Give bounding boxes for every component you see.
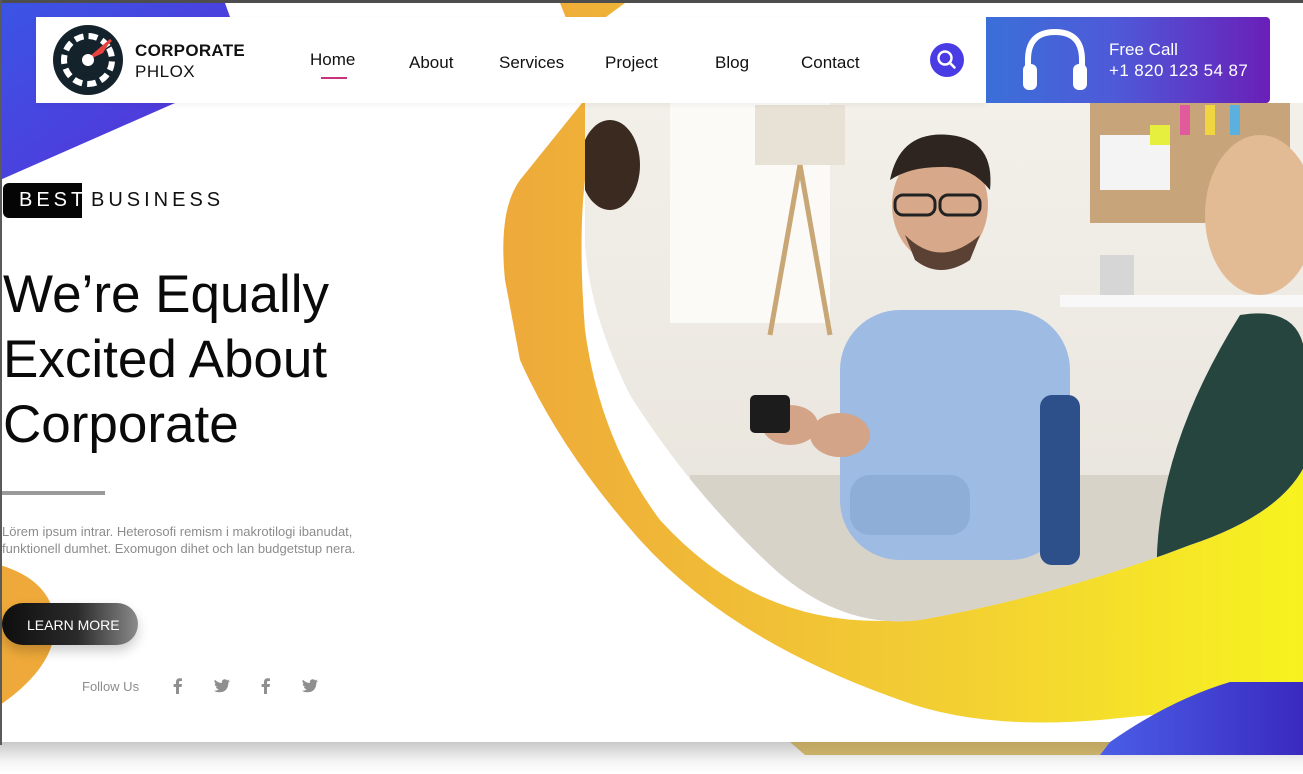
hero-divider bbox=[2, 491, 105, 495]
nav-item-project[interactable]: Project bbox=[605, 53, 658, 73]
site-header: CORPORATE PHLOX Home About Services Proj… bbox=[36, 17, 986, 103]
logo-icon[interactable] bbox=[53, 25, 123, 95]
search-button[interactable] bbox=[930, 43, 964, 77]
call-phone-number[interactable]: +1 820 123 54 87 bbox=[1109, 61, 1248, 81]
logo-line1: CORPORATE bbox=[135, 41, 246, 60]
nav-item-contact[interactable]: Contact bbox=[801, 53, 860, 73]
nav-item-home[interactable]: Home bbox=[310, 50, 355, 70]
search-icon bbox=[937, 50, 956, 69]
facebook-icon[interactable] bbox=[168, 676, 188, 696]
call-title: Free Call bbox=[1109, 40, 1178, 59]
hero-title: We’re Equally Excited About Corporate bbox=[3, 262, 423, 457]
window-top-border bbox=[0, 0, 1303, 3]
nav-active-indicator bbox=[321, 77, 347, 79]
landing-page: CORPORATE PHLOX Home About Services Proj… bbox=[0, 0, 1303, 774]
badge-rest-text: BUSINESS bbox=[91, 189, 225, 211]
headphones-icon bbox=[1023, 28, 1087, 90]
hero-photo bbox=[585, 103, 1303, 622]
nav-item-about[interactable]: About bbox=[409, 53, 453, 73]
hero-title-line: We’re Equally bbox=[3, 265, 329, 324]
facebook-icon[interactable] bbox=[256, 676, 276, 696]
follow-us-label: Follow Us bbox=[82, 679, 140, 694]
logo-text[interactable]: CORPORATE PHLOX bbox=[135, 40, 245, 82]
hero-title-line: Corporate bbox=[3, 395, 239, 454]
nav-item-blog[interactable]: Blog bbox=[715, 53, 749, 73]
window-left-border bbox=[0, 0, 2, 745]
logo-line2: PHLOX bbox=[135, 62, 196, 81]
badge-highlight-text: BEST bbox=[19, 189, 88, 211]
hero-description: Lörem ipsum intrar. Heterosofi remism i … bbox=[2, 524, 356, 556]
nav-item-services[interactable]: Services bbox=[499, 53, 564, 73]
yellow-strip-shadow bbox=[790, 742, 1110, 755]
free-call-box[interactable]: Free Call +1 820 123 54 87 bbox=[986, 17, 1270, 103]
hero-title-line: Excited About bbox=[3, 330, 328, 389]
learn-more-label: LEARN MORE bbox=[27, 617, 120, 633]
twitter-icon[interactable] bbox=[300, 676, 320, 696]
learn-more-button[interactable]: LEARN MORE bbox=[2, 603, 138, 645]
twitter-icon[interactable] bbox=[212, 676, 232, 696]
